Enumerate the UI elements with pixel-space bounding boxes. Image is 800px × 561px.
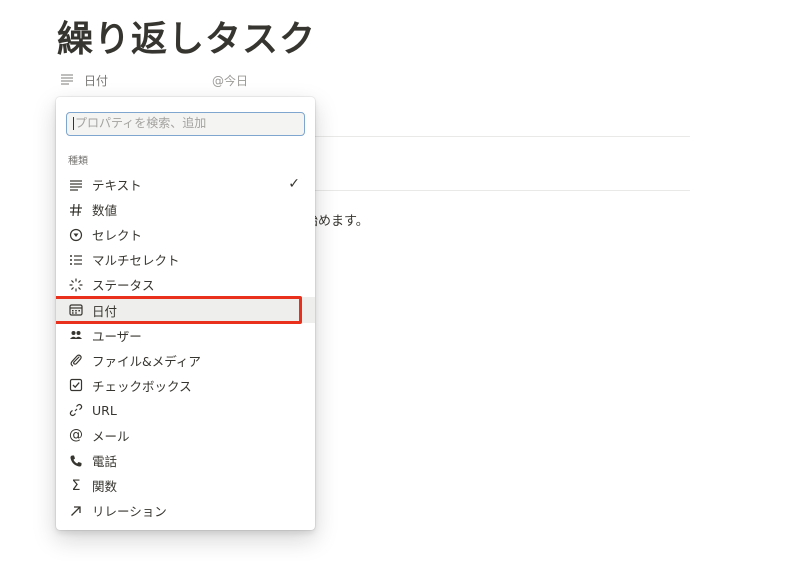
select-circle-icon xyxy=(68,227,84,243)
divider xyxy=(315,190,690,191)
menu-item-label: 日付 xyxy=(92,303,118,319)
checkmark-icon: ✓ xyxy=(288,176,300,192)
property-type-list: テキスト ✓ 数値 セレクト マルチセレクト ステータス 日付 ユーザー ファイ… xyxy=(56,172,315,530)
property-row-date[interactable]: 日付 @今日 xyxy=(60,70,248,90)
menu-item-date[interactable]: 日付 xyxy=(56,296,315,325)
menu-item-label: 電話 xyxy=(92,454,118,470)
checkbox-icon xyxy=(68,377,84,393)
paperclip-icon xyxy=(68,352,84,368)
partial-icon xyxy=(68,528,84,530)
phone-icon xyxy=(68,453,84,469)
menu-item-label: 数値 xyxy=(92,203,118,219)
menu-item-label: URL xyxy=(92,402,117,418)
menu-item-rollup-partial[interactable] xyxy=(56,523,315,530)
menu-item-label: リレーション xyxy=(92,504,167,520)
property-type-menu: プロパティを検索、追加 種類 テキスト ✓ 数値 セレクト マルチセレクト ステ… xyxy=(56,97,315,530)
section-label-types: 種類 xyxy=(68,156,88,167)
sigma-icon: Σ xyxy=(71,477,81,494)
menu-item-formula[interactable]: Σ 関数 xyxy=(56,473,315,498)
people-icon xyxy=(68,327,84,343)
menu-item-files-media[interactable]: ファイル&メディア xyxy=(56,348,315,373)
menu-item-label: セレクト xyxy=(92,228,143,244)
text-lines-icon xyxy=(68,177,84,193)
status-loader-icon xyxy=(68,277,84,293)
menu-item-label: チェックボックス xyxy=(92,378,192,394)
menu-item-label: 関数 xyxy=(92,479,118,495)
link-icon xyxy=(68,402,84,418)
menu-item-status[interactable]: ステータス xyxy=(56,272,315,297)
menu-item-label: メール xyxy=(92,428,130,444)
divider xyxy=(315,136,690,137)
menu-item-label: ファイル&メディア xyxy=(92,353,201,369)
text-caret xyxy=(73,117,74,130)
menu-item-select[interactable]: セレクト xyxy=(56,222,315,247)
menu-item-label: ユーザー xyxy=(92,328,142,344)
menu-item-multi-select[interactable]: マルチセレクト xyxy=(56,247,315,272)
hash-icon xyxy=(68,202,84,218)
menu-item-checkbox[interactable]: チェックボックス xyxy=(56,373,315,398)
at-icon: @ xyxy=(69,427,83,444)
menu-item-email[interactable]: @ メール xyxy=(56,423,315,448)
property-search-input[interactable]: プロパティを検索、追加 xyxy=(66,112,305,136)
menu-item-text[interactable]: テキスト ✓ xyxy=(56,172,315,197)
list-icon xyxy=(68,252,84,268)
menu-item-person[interactable]: ユーザー xyxy=(56,323,315,348)
property-name[interactable]: 日付 xyxy=(84,72,212,89)
menu-item-url[interactable]: URL xyxy=(56,398,315,423)
property-value[interactable]: @今日 xyxy=(212,72,248,89)
menu-item-label: マルチセレクト xyxy=(92,253,180,269)
text-lines-icon xyxy=(60,73,76,87)
menu-item-relation[interactable]: リレーション xyxy=(56,498,315,523)
arrow-up-right-icon xyxy=(68,503,84,519)
calendar-icon xyxy=(68,302,84,318)
menu-item-number[interactable]: 数値 xyxy=(56,197,315,222)
menu-item-phone[interactable]: 電話 xyxy=(56,448,315,473)
menu-item-label: ステータス xyxy=(92,278,155,294)
menu-item-label: テキスト xyxy=(92,178,142,194)
page-title[interactable]: 繰り返しタスク xyxy=(57,10,316,62)
